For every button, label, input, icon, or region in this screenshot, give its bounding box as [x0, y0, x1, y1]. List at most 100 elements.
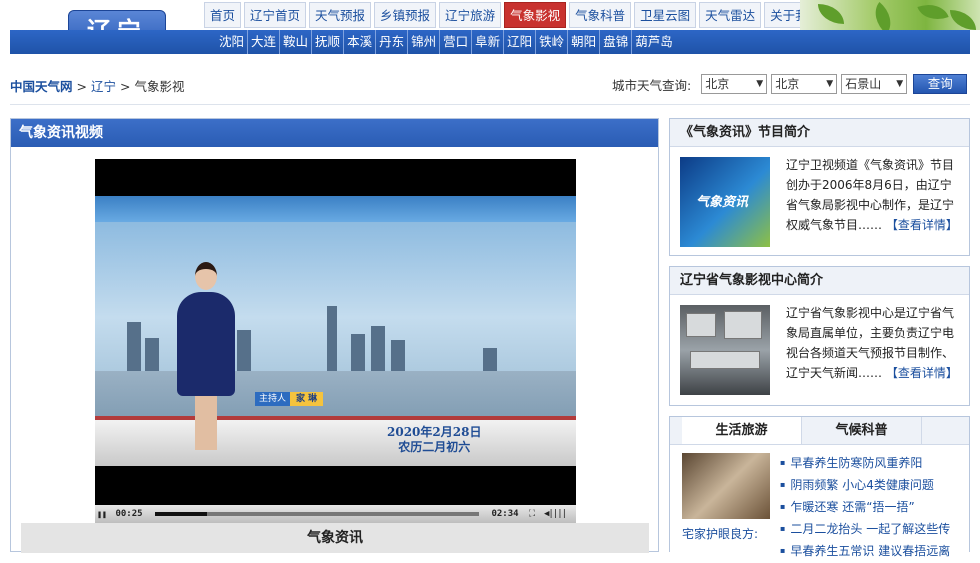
nav-tourism[interactable]: 辽宁旅游: [439, 2, 502, 28]
city-nav-bar: 沈阳 大连 鞍山 抚顺 本溪 丹东 锦州 营口 阜新 辽阳 铁岭 朝阳 盘锦 葫…: [10, 30, 970, 54]
site-header: 辽宁 首页 辽宁首页 天气预报 乡镇预报 辽宁旅游 气象影视 气象科普 卫星云图…: [0, 0, 980, 56]
top-nav: 首页 辽宁首页 天气预报 乡镇预报 辽宁旅游 气象影视 气象科普 卫星云图 天气…: [204, 2, 827, 28]
breadcrumb-current: 气象影视: [134, 79, 185, 94]
center-intro-title: 辽宁省气象影视中心简介: [670, 267, 969, 295]
nav-home[interactable]: 首页: [204, 2, 242, 28]
breadcrumb: 中国天气网 > 辽宁 > 气象影视: [10, 76, 184, 95]
video-panel-title: 气象资讯视频: [11, 119, 658, 147]
city-link[interactable]: 盘锦: [600, 30, 633, 54]
nav-town-forecast[interactable]: 乡镇预报: [374, 2, 437, 28]
district-select[interactable]: 石景山 ▼: [841, 74, 908, 94]
city-link[interactable]: 本溪: [344, 30, 377, 54]
city-link[interactable]: 锦州: [408, 30, 441, 54]
program-more-link[interactable]: 【查看详情】: [886, 218, 958, 232]
list-item[interactable]: 早春养生防寒防风重养阳: [780, 453, 950, 475]
article-list: 早春养生防寒防风重养阳 阴雨频繁 小心4类健康问题 乍暖还寒 还需“捂一捂” 二…: [780, 453, 950, 563]
breadcrumb-home[interactable]: 中国天气网: [10, 79, 73, 94]
province-select[interactable]: 北京 ▼: [701, 74, 768, 94]
city-link[interactable]: 辽阳: [504, 30, 537, 54]
player-controls: ❚❚ 00:25 02:34 ⛶ ◀||||: [95, 505, 576, 523]
host-role-label: 主持人: [255, 392, 291, 406]
video-caption: 气象资讯: [21, 523, 649, 553]
video-panel: 气象资讯视频 主持人 家 琳 2020年2月28日 农历二月初六 ❚❚ 00:2…: [10, 118, 659, 553]
nav-weather-tv[interactable]: 气象影视: [504, 2, 567, 28]
leaf-icon: [818, 4, 844, 24]
list-item[interactable]: 阴雨频繁 小心4类健康问题: [780, 475, 950, 497]
city-select[interactable]: 北京 ▼: [771, 74, 838, 94]
presenter-head: [195, 262, 217, 290]
presenter-legs: [195, 396, 217, 450]
seek-bar[interactable]: [155, 512, 479, 516]
nav-satellite[interactable]: 卫星云图: [634, 2, 697, 28]
breadcrumb-separator: >: [119, 79, 131, 94]
building-shape: [327, 306, 337, 378]
dropdown-arrow-icon: ▼: [826, 79, 834, 89]
presenter-nameplate: 主持人 家 琳: [255, 392, 324, 406]
city-link[interactable]: 铁岭: [536, 30, 569, 54]
host-name: 家 琳: [290, 392, 324, 406]
life-tabs-box: 生活旅游 气候科普 宅家护眼良方: 早春养生防寒防风重养阳 阴雨频繁 小心4类健…: [669, 416, 970, 558]
city-link[interactable]: 丹东: [376, 30, 409, 54]
monitor-shape: [724, 311, 762, 339]
eye-care-image[interactable]: [682, 453, 770, 519]
city-link[interactable]: 沈阳: [216, 30, 249, 54]
program-intro-box: 《气象资讯》节目简介 气象资讯 辽宁卫视频道《气象资讯》节目创办于2006年8月…: [669, 118, 970, 256]
presenter-figure: [177, 292, 235, 396]
city-weather-query: 城市天气查询: 北京 ▼ 北京 ▼ 石景山 ▼ 查询: [612, 74, 968, 94]
city-link[interactable]: 抚顺: [312, 30, 345, 54]
center-intro-text: 辽宁省气象影视中心是辽宁省气象局直属单位，主要负责辽宁电视台各频道天气预报节目制…: [786, 303, 962, 383]
breadcrumb-separator: >: [76, 79, 87, 94]
program-thumbnail-text: 气象资讯: [696, 195, 749, 210]
city-value: 北京: [775, 77, 800, 91]
leaf-icon: [917, 0, 949, 26]
query-button[interactable]: 查询: [913, 74, 968, 94]
city-link[interactable]: 大连: [248, 30, 281, 54]
seek-bar-fill: [155, 512, 207, 516]
pause-icon[interactable]: ❚❚: [95, 510, 109, 519]
tab-climate-science[interactable]: 气候科普: [802, 417, 922, 444]
broadcast-date: 2020年2月28日 农历二月初六: [387, 425, 481, 455]
divider: [10, 104, 970, 105]
district-value: 石景山: [845, 77, 882, 91]
province-value: 北京: [705, 77, 730, 91]
center-intro-box: 辽宁省气象影视中心简介 辽宁省气象影视中心是辽宁省气象局直属单位，主要负责辽宁电…: [669, 266, 970, 406]
city-link[interactable]: 营口: [440, 30, 473, 54]
list-item[interactable]: 乍暖还寒 还需“捂一捂”: [780, 497, 950, 519]
breadcrumb-liaoning[interactable]: 辽宁: [91, 79, 116, 94]
tab-spacer: [922, 417, 969, 444]
studio-desk: [95, 416, 576, 466]
nav-science[interactable]: 气象科普: [569, 2, 632, 28]
city-link[interactable]: 葫芦岛: [632, 30, 676, 54]
control-room-photo[interactable]: [680, 305, 770, 395]
leaf-icon: [950, 10, 976, 30]
list-item[interactable]: 早春养生五常识 建议春捂远离: [780, 541, 950, 563]
nav-forecast[interactable]: 天气预报: [309, 2, 372, 28]
center-more-link[interactable]: 【查看详情】: [886, 366, 958, 380]
video-player[interactable]: 主持人 家 琳 2020年2月28日 农历二月初六 ❚❚ 00:25 02:34…: [95, 159, 576, 523]
tab-spacer: [670, 417, 682, 444]
city-link[interactable]: 鞍山: [280, 30, 313, 54]
city-link[interactable]: 阜新: [472, 30, 505, 54]
dropdown-arrow-icon: ▼: [896, 79, 904, 89]
city-link[interactable]: 朝阳: [568, 30, 601, 54]
eye-care-caption[interactable]: 宅家护眼良方:: [682, 525, 758, 542]
nav-liaoning-home[interactable]: 辽宁首页: [244, 2, 307, 28]
building-shape: [127, 322, 141, 378]
tab-life-travel[interactable]: 生活旅游: [682, 417, 802, 444]
tab-bar: 生活旅游 气候科普: [670, 417, 969, 445]
program-thumbnail[interactable]: 气象资讯: [680, 157, 770, 247]
program-intro-text: 辽宁卫视频道《气象资讯》节目创办于2006年8月6日，由辽宁省气象局影视中心制作…: [786, 155, 962, 235]
list-item[interactable]: 二月二龙抬头 一起了解这些传: [780, 519, 950, 541]
date-gregorian: 2020年2月28日: [387, 425, 482, 439]
program-intro-title: 《气象资讯》节目简介: [670, 119, 969, 147]
time-total: 02:34: [491, 509, 519, 519]
monitor-shape: [686, 313, 716, 337]
query-label: 城市天气查询:: [612, 77, 692, 93]
fullscreen-icon[interactable]: ⛶: [525, 509, 539, 519]
time-current: 00:25: [115, 509, 143, 519]
nav-radar[interactable]: 天气雷达: [699, 2, 762, 28]
weather-icon-banner: [95, 196, 576, 222]
volume-icon[interactable]: ◀||||: [539, 509, 571, 519]
console-shape: [690, 351, 760, 369]
header-leaf-decoration: [800, 0, 980, 35]
